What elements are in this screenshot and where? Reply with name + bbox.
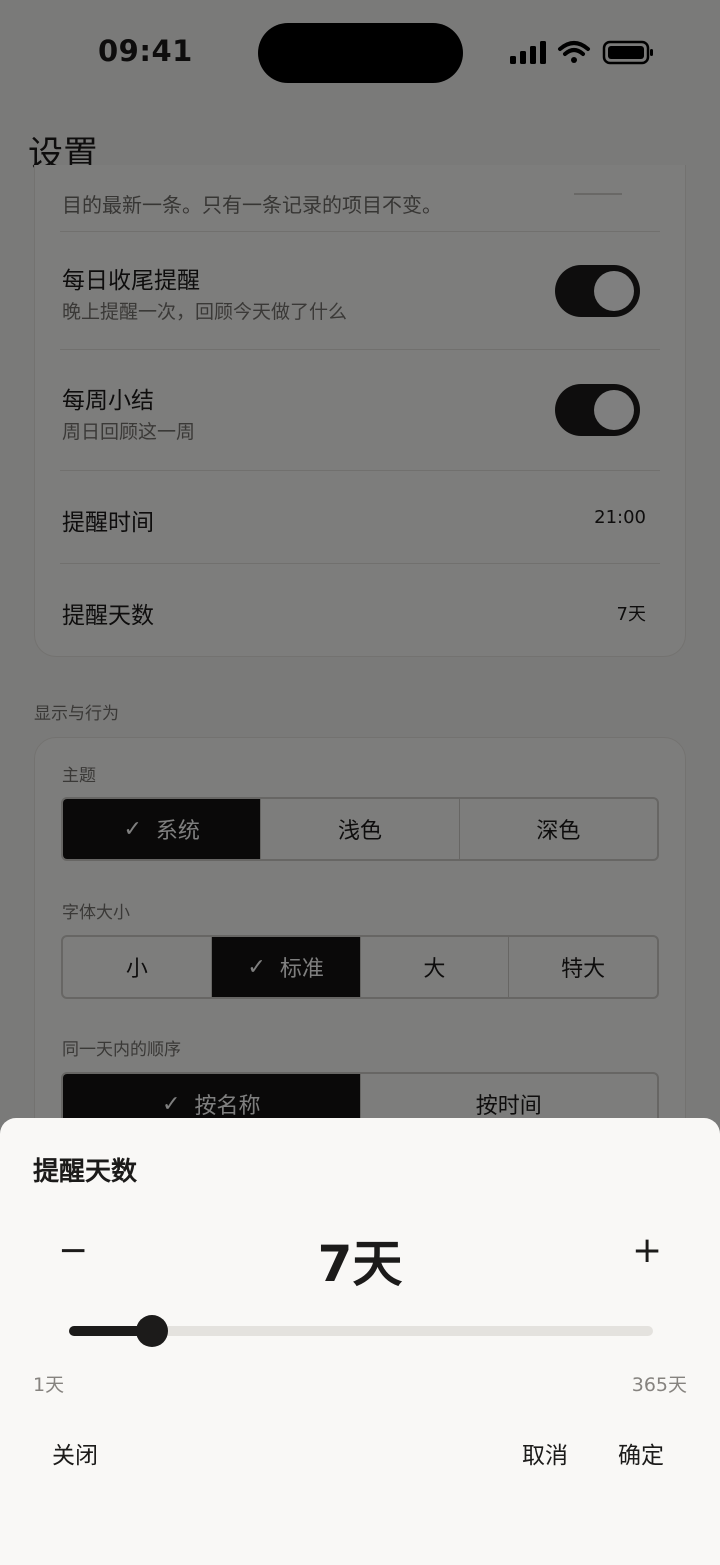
slider-max-label: 365天 (631, 1374, 687, 1396)
slider-min-label: 1天 (33, 1374, 65, 1396)
sheet-title: 提醒天数 (33, 1157, 138, 1187)
days-value-display: 7天 (317, 1235, 403, 1293)
slider-thumb[interactable] (136, 1315, 169, 1347)
increment-button[interactable]: + (632, 1230, 662, 1271)
confirm-button[interactable]: 确定 (618, 1436, 664, 1470)
close-button[interactable]: 关闭 (52, 1436, 98, 1470)
days-slider[interactable] (69, 1311, 653, 1351)
reminder-days-sheet: 提醒天数 − 7天 + 1天 365天 关闭 取消 确定 (0, 1118, 720, 1565)
cancel-button[interactable]: 取消 (522, 1436, 568, 1470)
